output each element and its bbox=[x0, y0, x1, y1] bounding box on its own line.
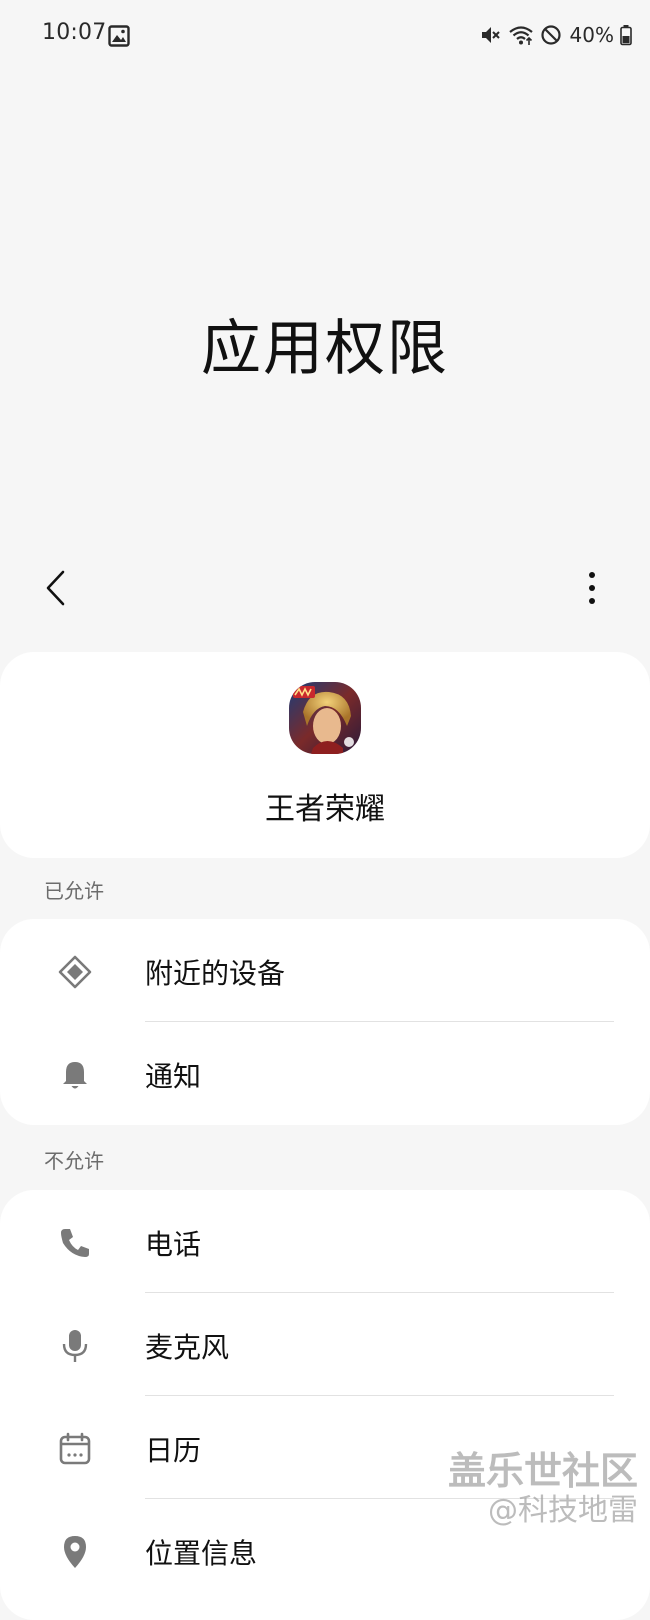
allowed-permissions-card: 附近的设备 通知 bbox=[0, 919, 650, 1125]
app-info-card: 王者荣耀 bbox=[0, 652, 650, 858]
watermark-author: @科技地雷 bbox=[488, 1492, 638, 1528]
status-bar: 10:07 40% bbox=[0, 0, 650, 72]
gallery-icon bbox=[108, 25, 130, 47]
permission-label: 电话 bbox=[145, 1228, 202, 1261]
more-vertical-icon[interactable] bbox=[570, 566, 614, 610]
permission-label: 附近的设备 bbox=[145, 957, 286, 990]
watermark-title: 盖乐世社区 bbox=[447, 1449, 638, 1493]
permission-label: 日历 bbox=[145, 1434, 202, 1467]
page-title: 应用权限 bbox=[201, 314, 449, 384]
app-name: 王者荣耀 bbox=[265, 792, 385, 827]
permission-row-nearby-devices[interactable]: 附近的设备 bbox=[0, 919, 650, 1022]
app-icon[interactable] bbox=[289, 682, 361, 754]
battery-icon bbox=[620, 25, 632, 46]
permission-row-notifications[interactable]: 通知 bbox=[0, 1022, 650, 1125]
calendar-icon bbox=[59, 1432, 91, 1465]
bell-icon bbox=[63, 1062, 87, 1089]
status-time: 10:07 bbox=[42, 20, 107, 45]
permission-row-phone[interactable]: 电话 bbox=[0, 1190, 650, 1293]
microphone-icon bbox=[62, 1330, 88, 1362]
denied-permissions-card: 电话 麦克风 日历 位置信息 bbox=[0, 1190, 650, 1620]
permission-label: 麦克风 bbox=[145, 1331, 230, 1364]
battery-percent: 40% bbox=[569, 23, 614, 47]
section-label-denied: 不允许 bbox=[44, 1149, 104, 1173]
permission-row-microphone[interactable]: 麦克风 bbox=[0, 1293, 650, 1396]
section-label-allowed: 已允许 bbox=[44, 879, 104, 903]
nearby-devices-icon bbox=[58, 955, 92, 989]
block-icon bbox=[540, 25, 561, 45]
watermark: 盖乐世社区 @科技地雷 bbox=[447, 1449, 638, 1528]
location-icon bbox=[64, 1536, 86, 1568]
wifi-icon bbox=[508, 26, 533, 45]
phone-icon bbox=[61, 1229, 89, 1257]
chevron-left-icon[interactable] bbox=[34, 566, 78, 610]
status-icons: 40% bbox=[480, 22, 632, 48]
permission-label: 通知 bbox=[145, 1060, 202, 1093]
mute-icon bbox=[481, 27, 500, 43]
permission-label: 位置信息 bbox=[145, 1537, 258, 1570]
